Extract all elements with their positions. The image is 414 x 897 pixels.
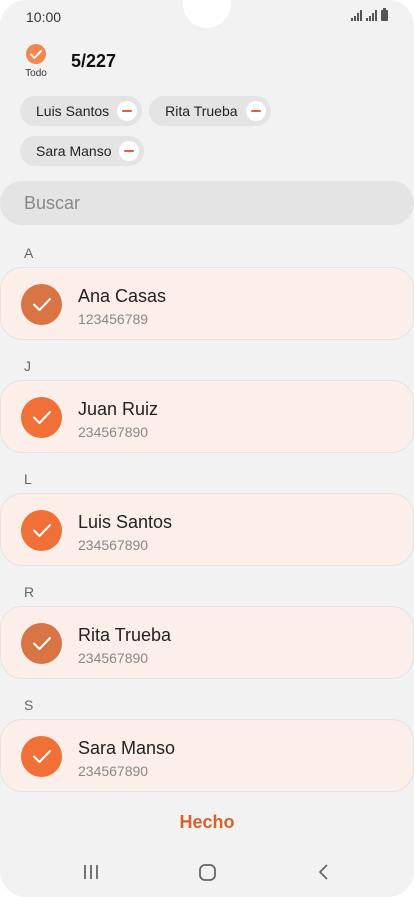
status-icons: [351, 8, 388, 21]
signal-icon: [366, 10, 377, 21]
check-icon[interactable]: [21, 736, 62, 777]
contact-name: Sara Manso: [78, 738, 176, 758]
selected-count: 5/227: [71, 51, 117, 71]
section-header: S: [24, 697, 34, 713]
select-all-label: Todo: [25, 68, 47, 79]
contact-list: A Ana Casas 123456789 J Juan Ruiz 234567…: [0, 240, 414, 805]
contact-section: L Luis Santos 234567890: [0, 466, 414, 566]
chip-label: Rita Trueba: [165, 103, 238, 119]
contact-name: Luis Santos: [78, 512, 173, 532]
contact-name: Ana Casas: [78, 286, 167, 306]
contact-row[interactable]: Juan Ruiz 234567890: [0, 380, 414, 453]
status-time: 10:00: [26, 9, 62, 25]
status-bar: 10:00: [0, 0, 414, 34]
check-icon: [26, 44, 46, 64]
search-bar[interactable]: [0, 181, 414, 225]
contact-row[interactable]: Sara Manso 234567890: [0, 719, 414, 792]
contact-row[interactable]: Rita Trueba 234567890: [0, 606, 414, 679]
chip-label: Sara Manso: [36, 143, 112, 159]
section-header: A: [24, 245, 34, 261]
phone-screen: 10:00 Todo 5/227 Luis Santos Rita Trueba: [0, 0, 414, 897]
contact-row[interactable]: Ana Casas 123456789: [0, 267, 414, 340]
chip-label: Luis Santos: [36, 103, 110, 119]
contact-section: R Rita Trueba 234567890: [0, 579, 414, 679]
battery-icon: [381, 8, 388, 21]
search-input[interactable]: [24, 192, 384, 214]
selected-chip[interactable]: Luis Santos: [20, 96, 143, 126]
check-icon[interactable]: [21, 623, 62, 664]
selected-chip[interactable]: Rita Trueba: [149, 96, 271, 126]
contact-section: S Sara Manso 234567890: [0, 692, 414, 792]
selected-chip[interactable]: Sara Manso: [20, 136, 145, 166]
done-button[interactable]: Hecho: [140, 803, 274, 841]
minus-icon[interactable]: [119, 141, 140, 161]
selection-header: Todo 5/227: [0, 42, 414, 82]
section-header: L: [24, 471, 32, 487]
minus-icon[interactable]: [117, 101, 138, 121]
contact-phone: 234567890: [78, 537, 149, 553]
contact-name: Rita Trueba: [78, 625, 172, 645]
contact-row[interactable]: Luis Santos 234567890: [0, 493, 414, 566]
contact-phone: 234567890: [78, 763, 149, 779]
back-icon[interactable]: [293, 855, 353, 889]
check-icon[interactable]: [21, 284, 62, 325]
section-header: R: [24, 584, 35, 600]
select-all-toggle[interactable]: Todo: [22, 42, 50, 79]
check-icon[interactable]: [21, 510, 62, 551]
contact-phone: 123456789: [78, 311, 149, 327]
recents-icon[interactable]: [61, 855, 121, 889]
contact-section: J Juan Ruiz 234567890: [0, 353, 414, 453]
navigation-bar: [0, 855, 414, 889]
contact-phone: 234567890: [78, 424, 149, 440]
signal-icon: [351, 10, 362, 21]
minus-icon[interactable]: [245, 101, 266, 121]
home-icon[interactable]: [177, 855, 237, 889]
contact-name: Juan Ruiz: [78, 399, 159, 419]
contact-section: A Ana Casas 123456789: [0, 240, 414, 340]
check-icon[interactable]: [21, 397, 62, 438]
contact-phone: 234567890: [78, 650, 149, 666]
section-header: J: [24, 358, 31, 374]
selected-chips: Luis Santos Rita Trueba Sara Manso: [20, 96, 300, 166]
